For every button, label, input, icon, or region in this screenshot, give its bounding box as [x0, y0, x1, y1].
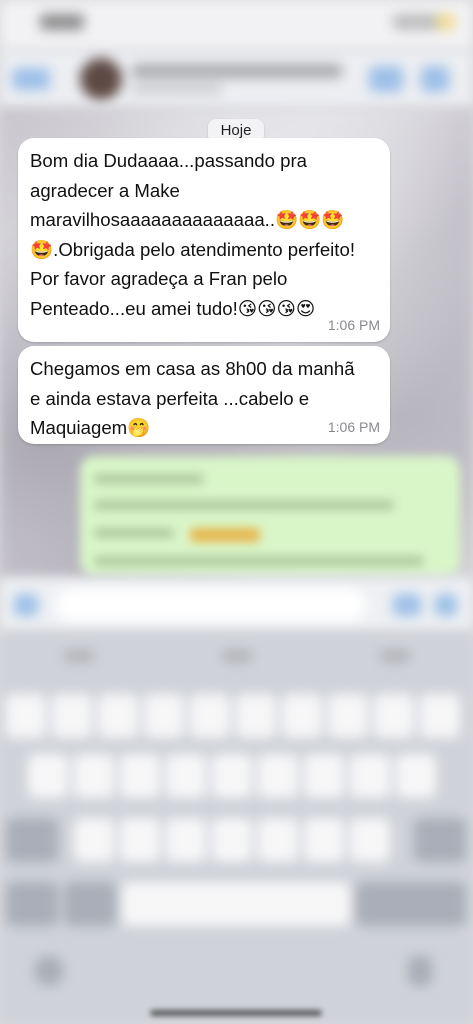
- key[interactable]: [374, 694, 414, 738]
- incoming-message[interactable]: Chegamos em casa as 8h00 da manhã e aind…: [18, 346, 390, 444]
- suggestion-2[interactable]: [222, 650, 252, 662]
- key[interactable]: [350, 754, 390, 798]
- key[interactable]: [282, 694, 322, 738]
- key[interactable]: [120, 818, 160, 862]
- incoming-message[interactable]: Bom dia Dudaaaa...passando pra agradecer…: [18, 138, 390, 342]
- key[interactable]: [74, 754, 114, 798]
- message-text: Chegamos em casa as 8h00 da manhã e aind…: [30, 354, 378, 443]
- outgoing-message-blurred: [80, 456, 460, 576]
- message-time: 1:06 PM: [327, 317, 380, 333]
- key[interactable]: [304, 754, 344, 798]
- message-input[interactable]: [56, 588, 366, 622]
- dictation-icon[interactable]: [408, 956, 432, 986]
- avatar[interactable]: [80, 58, 122, 100]
- message-line: agradecer a Make: [30, 179, 180, 201]
- backspace-key[interactable]: [414, 818, 466, 862]
- keyboard: [0, 632, 473, 1024]
- key[interactable]: [236, 694, 276, 738]
- numbers-key[interactable]: [6, 882, 58, 926]
- key[interactable]: [166, 754, 206, 798]
- key[interactable]: [258, 754, 298, 798]
- key[interactable]: [28, 754, 68, 798]
- message-line: Penteado...eu amei tudo!😘😘😘😍: [30, 297, 316, 319]
- suggestion-3[interactable]: [380, 650, 410, 662]
- key[interactable]: [396, 754, 436, 798]
- key[interactable]: [98, 694, 138, 738]
- status-bar: [0, 0, 473, 50]
- phone-icon[interactable]: [421, 66, 449, 92]
- message-line: e ainda estava perfeita ...cabelo e: [30, 387, 310, 409]
- message-time: 1:06 PM: [327, 419, 380, 435]
- space-key[interactable]: [122, 882, 350, 926]
- key[interactable]: [350, 818, 390, 862]
- microphone-icon[interactable]: [435, 594, 457, 616]
- home-indicator: [150, 1010, 322, 1016]
- key[interactable]: [166, 818, 206, 862]
- emoji-key[interactable]: [64, 882, 116, 926]
- message-line: Chegamos em casa as 8h00 da manhã: [30, 358, 355, 379]
- battery-icon: [393, 14, 455, 30]
- return-key[interactable]: [356, 882, 466, 926]
- contact-name[interactable]: [132, 64, 342, 78]
- video-call-icon[interactable]: [369, 66, 403, 92]
- shift-key[interactable]: [6, 818, 58, 862]
- suggestion-1[interactable]: [64, 650, 94, 662]
- message-line: 🤩.Obrigada pelo atendimento perfeito!: [30, 238, 355, 260]
- key[interactable]: [6, 694, 46, 738]
- key[interactable]: [258, 818, 298, 862]
- key[interactable]: [190, 694, 230, 738]
- back-arrow-icon[interactable]: [12, 68, 50, 90]
- contact-status: [132, 84, 222, 94]
- key[interactable]: [212, 754, 252, 798]
- camera-icon[interactable]: [393, 594, 421, 616]
- key[interactable]: [144, 694, 184, 738]
- status-time: [40, 14, 84, 30]
- message-line: maravilhosaaaaaaaaaaaaaa..🤩🤩🤩: [30, 209, 345, 230]
- plus-icon[interactable]: [14, 594, 38, 616]
- message-input-bar: [0, 578, 473, 632]
- key[interactable]: [120, 754, 160, 798]
- key[interactable]: [212, 818, 252, 862]
- globe-icon[interactable]: [34, 956, 64, 986]
- message-line: Por favor agradeça a Fran pelo: [30, 268, 288, 289]
- message-line: Bom dia Dudaaaa...passando pra: [30, 150, 308, 171]
- key[interactable]: [420, 694, 460, 738]
- key[interactable]: [52, 694, 92, 738]
- message-line: Maquiagem🤭: [30, 417, 151, 438]
- key[interactable]: [74, 818, 114, 862]
- key[interactable]: [304, 818, 344, 862]
- chat-header: [0, 50, 473, 108]
- message-text: Bom dia Dudaaaa...passando pra agradecer…: [30, 146, 378, 323]
- key[interactable]: [328, 694, 368, 738]
